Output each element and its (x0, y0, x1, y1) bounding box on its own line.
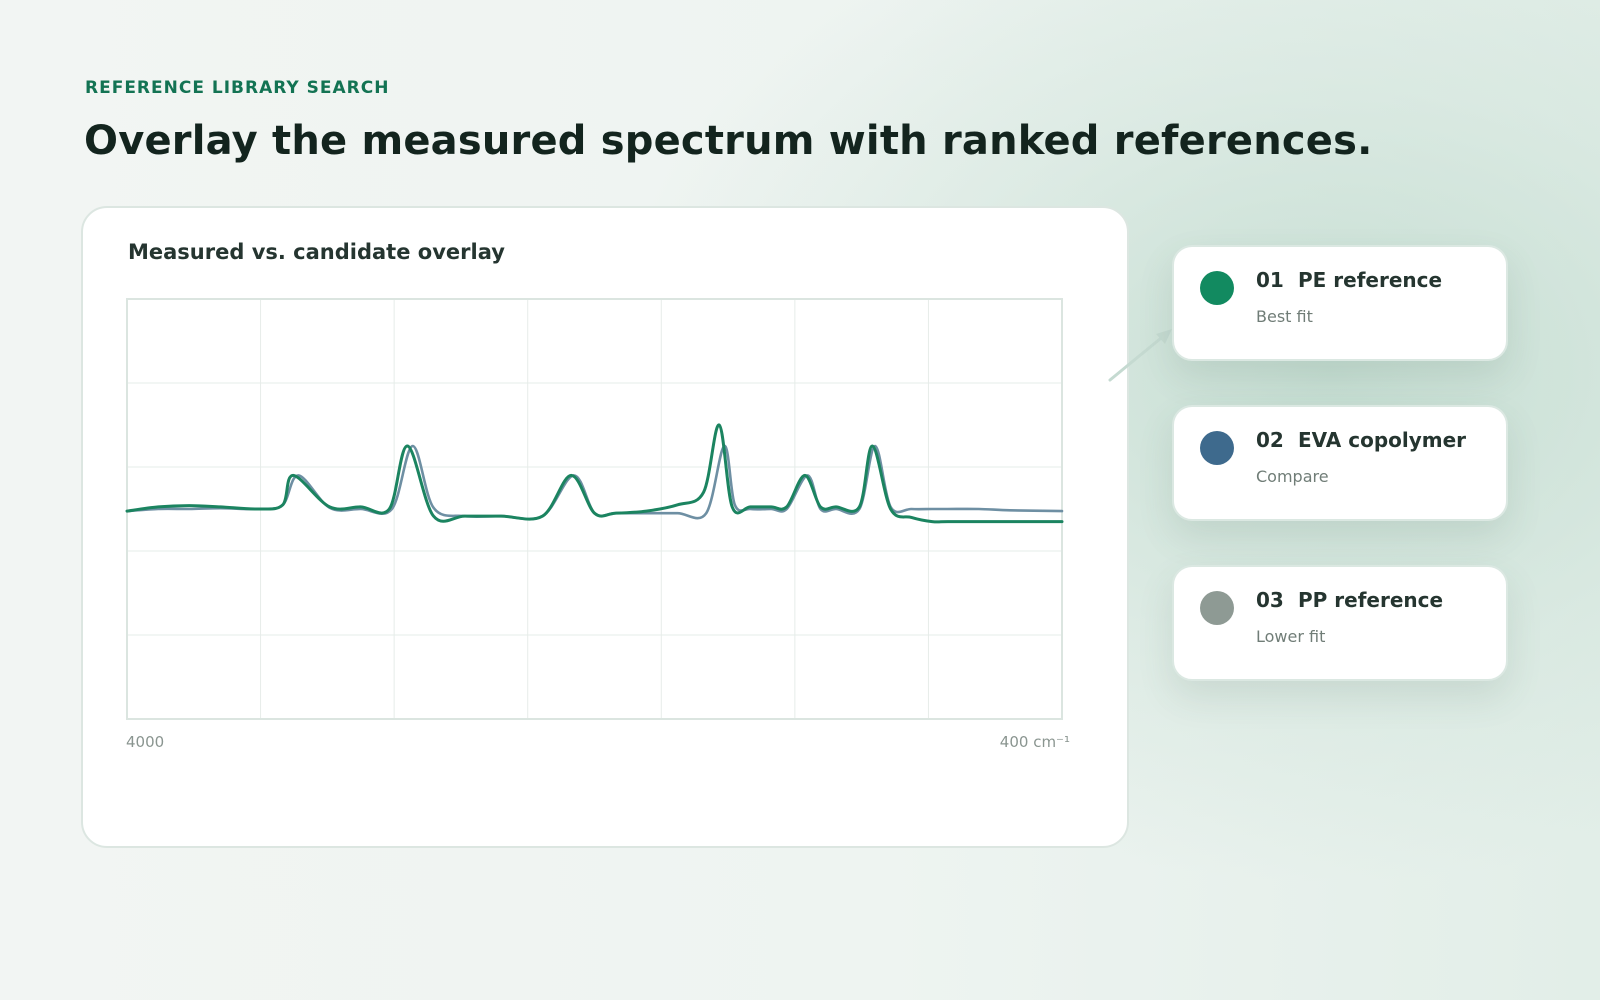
result-rank: 02 (1256, 428, 1284, 452)
result-rank: 03 (1256, 588, 1284, 612)
result-color-dot (1200, 271, 1234, 305)
result-card-eva-copolymer[interactable]: 02 EVA copolymer Compare (1172, 405, 1508, 521)
result-card-pe-reference[interactable]: 01 PE reference Best fit (1172, 245, 1508, 361)
result-name: PE reference (1298, 268, 1443, 292)
series-line-2 (125, 423, 1064, 524)
result-name: PP reference (1298, 588, 1444, 612)
result-status: Lower fit (1256, 627, 1326, 646)
result-color-dot (1200, 591, 1234, 625)
result-name: EVA copolymer (1298, 428, 1467, 452)
result-status: Best fit (1256, 307, 1313, 326)
result-rank: 01 (1256, 268, 1284, 292)
overlay-chart-panel: Measured vs. candidate overlay 4000 400 c… (81, 206, 1129, 848)
eyebrow-label: REFERENCE LIBRARY SEARCH (85, 78, 390, 98)
page-title: Overlay the measured spectrum with ranke… (84, 118, 1373, 164)
result-color-dot (1200, 431, 1234, 465)
result-status: Compare (1256, 467, 1329, 486)
x-tick-label-start: 4000 (126, 733, 164, 751)
x-tick-label-end: 400 cm⁻¹ (1000, 733, 1070, 751)
result-card-pp-reference[interactable]: 03 PP reference Lower fit (1172, 565, 1508, 681)
connector-arrowhead (1156, 329, 1172, 344)
spectrum-overlay-chart: 4000 400 cm⁻¹ (125, 298, 1070, 751)
